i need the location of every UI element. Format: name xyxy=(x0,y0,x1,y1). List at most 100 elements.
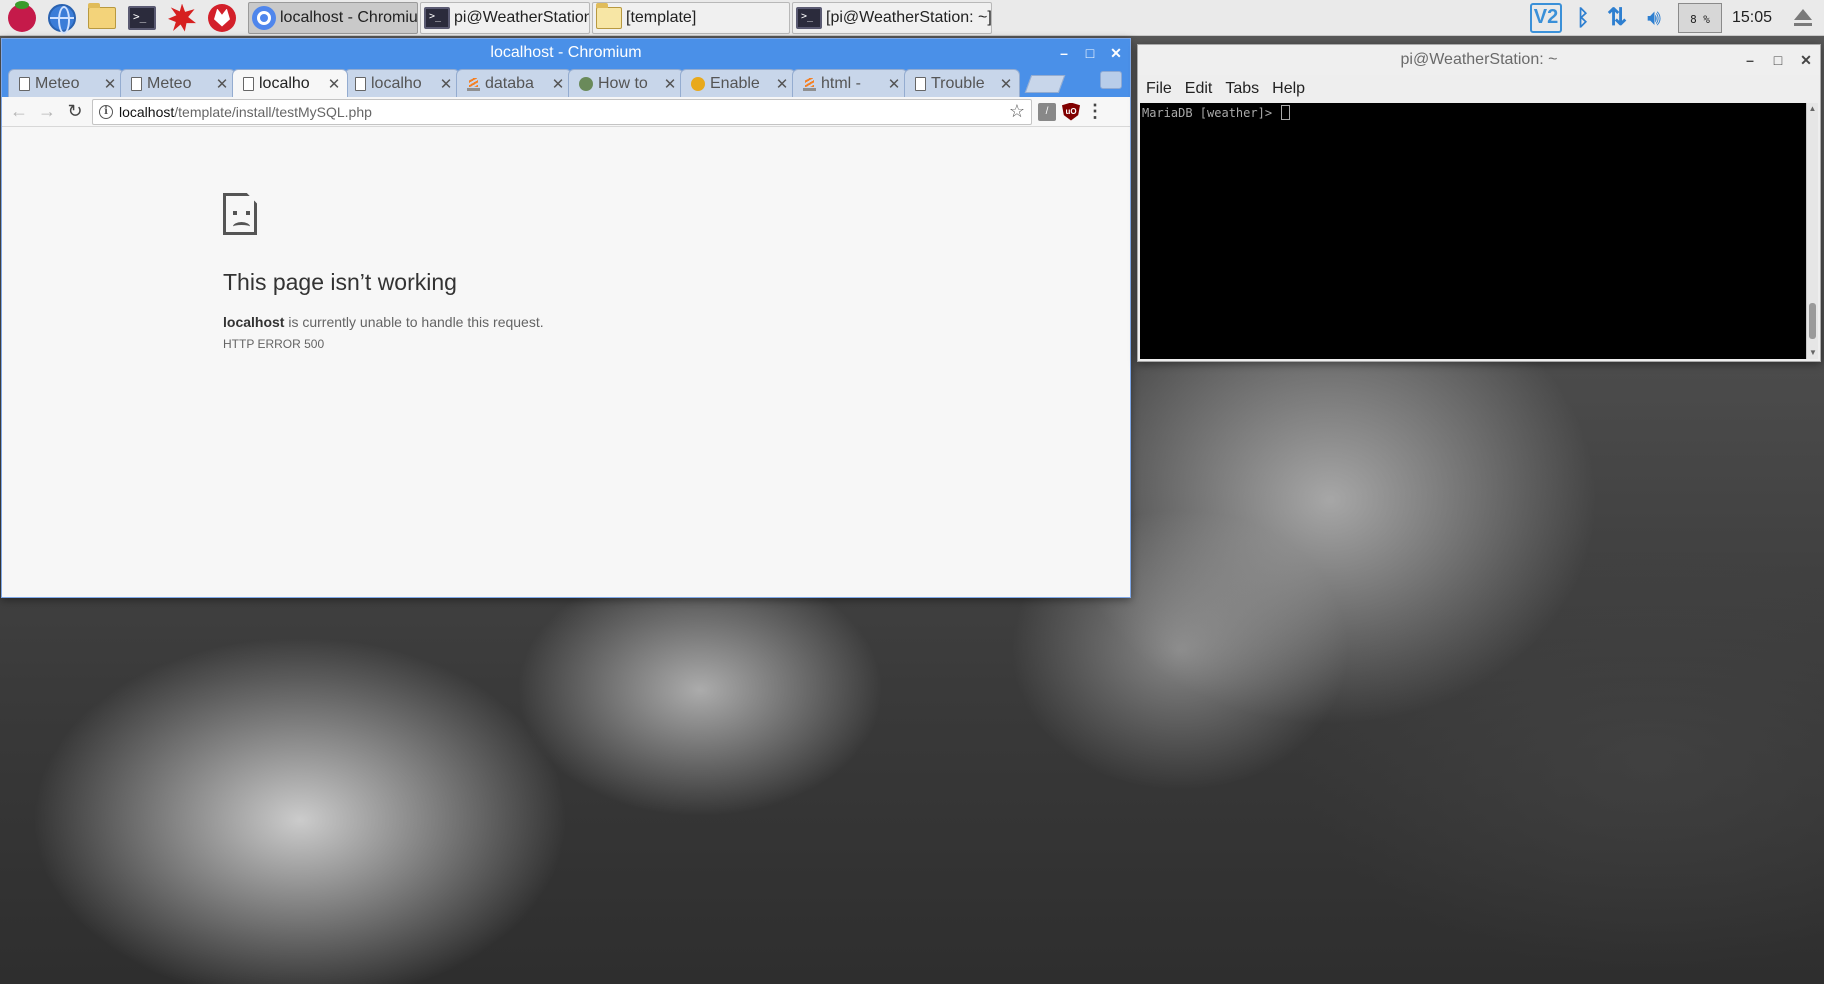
terminal-screen[interactable]: MariaDB [weather]> xyxy=(1140,103,1806,359)
window-title: localhost - Chromium xyxy=(490,44,642,61)
new-tab-button[interactable] xyxy=(1024,75,1066,93)
terminal-window: pi@WeatherStation: ~ – □ ✕ File Edit Tab… xyxy=(1137,44,1821,362)
stackoverflow-icon xyxy=(467,77,480,91)
volume-icon[interactable]: 🔊︎ xyxy=(1640,5,1668,31)
tab-trouble[interactable]: Trouble ✕ xyxy=(904,69,1020,97)
extension-icon[interactable]: / xyxy=(1038,102,1056,121)
terminal-icon: >_ xyxy=(128,5,156,30)
wolfram-button[interactable] xyxy=(204,1,240,35)
tab-database[interactable]: databa ✕ xyxy=(456,69,572,97)
tab-how-to[interactable]: How to ✕ xyxy=(568,69,684,97)
back-button[interactable]: ← xyxy=(8,101,30,123)
tab-localhost[interactable]: localho ✕ xyxy=(344,69,460,97)
error-message: is currently unable to handle this reque… xyxy=(284,314,544,330)
task-list: localhost - Chromium >_ pi@WeatherStatio… xyxy=(248,1,992,34)
sad-page-icon xyxy=(223,193,257,235)
maximize-button[interactable]: □ xyxy=(1768,50,1788,70)
terminal-icon: >_ xyxy=(424,6,450,29)
task-label: [pi@WeatherStation: ~] xyxy=(826,8,992,26)
tab-label: Meteo xyxy=(147,74,192,92)
tab-strip: Meteo ✕ Meteo ✕ localho ✕ localho ✕ data… xyxy=(2,67,1130,97)
vnc-icon[interactable]: V2 xyxy=(1530,3,1562,33)
reload-button[interactable]: ↻ xyxy=(64,101,86,123)
task-file-manager[interactable]: [template] xyxy=(592,1,790,34)
terminal-button[interactable]: >_ xyxy=(124,1,160,35)
menu-edit[interactable]: Edit xyxy=(1185,80,1213,98)
tab-close-icon[interactable]: ✕ xyxy=(215,75,229,93)
task-chromium[interactable]: localhost - Chromium xyxy=(248,1,418,34)
tab-label: How to xyxy=(598,74,648,92)
url-path: /template/install/testMySQL.php xyxy=(174,103,372,120)
page-icon xyxy=(915,76,926,91)
tab-label: Meteo xyxy=(35,74,80,92)
forward-button[interactable]: → xyxy=(36,101,58,123)
tab-close-icon[interactable]: ✕ xyxy=(327,75,341,93)
network-icon[interactable]: ⇅ xyxy=(1604,5,1630,31)
scroll-up-icon[interactable]: ▲ xyxy=(1807,103,1818,115)
terminal-icon: >_ xyxy=(796,6,822,29)
wolfram-icon xyxy=(208,3,236,32)
scroll-down-icon[interactable]: ▼ xyxy=(1807,347,1819,359)
tab-meteo-2[interactable]: Meteo ✕ xyxy=(120,69,236,97)
cpu-monitor[interactable]: 8 % xyxy=(1678,3,1722,33)
profile-icon[interactable] xyxy=(1100,71,1122,89)
menu-tabs[interactable]: Tabs xyxy=(1225,80,1259,98)
tab-close-icon[interactable]: ✕ xyxy=(551,75,565,93)
task-terminal-2[interactable]: >_ [pi@WeatherStation: ~] xyxy=(792,1,992,34)
raspberry-menu-icon xyxy=(8,0,36,32)
tab-label: localho xyxy=(259,74,310,92)
file-manager-button[interactable] xyxy=(84,1,120,35)
scrollbar-thumb[interactable] xyxy=(1809,303,1816,339)
page-icon xyxy=(355,76,366,91)
tab-close-icon[interactable]: ✕ xyxy=(439,75,453,93)
bluetooth-icon[interactable]: ᛒ xyxy=(1572,5,1594,31)
page-icon xyxy=(243,76,254,91)
url-text[interactable]: localhost/template/install/testMySQL.php xyxy=(119,104,1003,120)
task-terminal-1[interactable]: >_ pi@WeatherStation: ~ xyxy=(420,1,590,34)
mathematica-button[interactable] xyxy=(164,1,200,35)
tab-label: localho xyxy=(371,74,422,92)
bookmark-star-icon[interactable]: ☆ xyxy=(1009,101,1025,122)
terminal-line: MariaDB [weather]> xyxy=(1142,105,1804,120)
tab-close-icon[interactable]: ✕ xyxy=(103,75,117,93)
tab-close-icon[interactable]: ✕ xyxy=(775,75,789,93)
askubuntu-icon xyxy=(691,76,705,91)
tab-close-icon[interactable]: ✕ xyxy=(999,75,1013,93)
menu-help[interactable]: Help xyxy=(1272,80,1305,98)
minimize-button[interactable]: – xyxy=(1054,43,1074,63)
page-icon xyxy=(19,76,30,91)
tab-enable[interactable]: Enable ✕ xyxy=(680,69,796,97)
github-icon xyxy=(579,76,593,91)
close-button[interactable]: ✕ xyxy=(1106,43,1126,63)
web-browser-button[interactable] xyxy=(44,1,80,35)
error-code: HTTP ERROR 500 xyxy=(223,337,325,351)
tab-meteo-1[interactable]: Meteo ✕ xyxy=(8,69,124,97)
task-label: pi@WeatherStation: ~ xyxy=(454,8,590,26)
chromium-icon xyxy=(252,5,276,30)
eject-icon[interactable] xyxy=(1792,7,1814,29)
web-browser-icon xyxy=(48,3,76,34)
maximize-button[interactable]: □ xyxy=(1080,43,1100,63)
clock[interactable]: 15:05 xyxy=(1732,9,1782,27)
stackoverflow-icon xyxy=(803,77,816,91)
raspberry-menu-button[interactable] xyxy=(4,0,40,35)
chromium-window: localhost - Chromium – □ ✕ Meteo ✕ Meteo… xyxy=(1,38,1131,598)
chromium-titlebar[interactable]: localhost - Chromium – □ ✕ xyxy=(2,39,1130,67)
address-bar[interactable]: i localhost/template/install/testMySQL.p… xyxy=(92,98,1032,125)
tab-html[interactable]: html - ✕ xyxy=(792,69,908,97)
tab-label: Enable xyxy=(710,74,760,92)
ublock-icon[interactable]: uO xyxy=(1062,102,1080,121)
menu-icon[interactable]: ⋮ xyxy=(1086,101,1104,122)
minimize-button[interactable]: – xyxy=(1740,50,1760,70)
task-label: [template] xyxy=(626,8,697,26)
tab-close-icon[interactable]: ✕ xyxy=(663,75,677,93)
browser-toolbar: ← → ↻ i localhost/template/install/testM… xyxy=(2,97,1130,127)
close-button[interactable]: ✕ xyxy=(1796,50,1816,70)
site-info-icon[interactable]: i xyxy=(99,104,113,119)
terminal-titlebar[interactable]: pi@WeatherStation: ~ – □ ✕ xyxy=(1138,45,1820,75)
terminal-scrollbar[interactable]: ▲ ▼ xyxy=(1806,103,1818,359)
tab-localhost-active[interactable]: localho ✕ xyxy=(232,69,348,97)
tab-close-icon[interactable]: ✕ xyxy=(887,75,901,93)
menu-file[interactable]: File xyxy=(1146,80,1172,98)
system-tray: V2 ᛒ ⇅ 🔊︎ 8 % 15:05 xyxy=(1530,0,1824,36)
